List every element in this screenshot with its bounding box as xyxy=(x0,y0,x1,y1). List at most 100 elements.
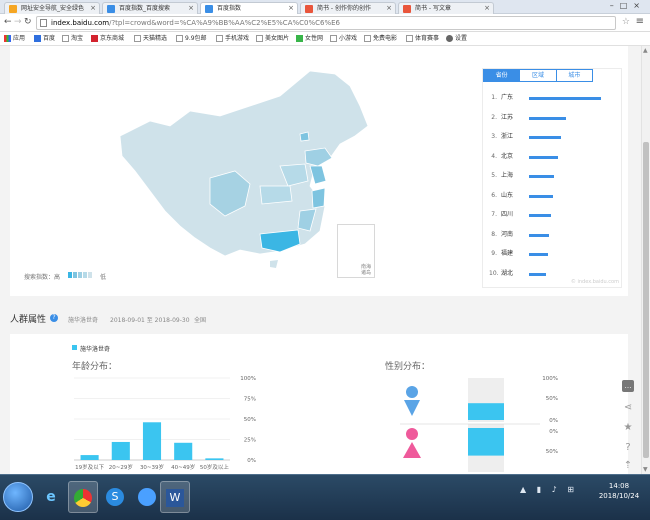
browser-tab[interactable]: 简书 - 写文章 × xyxy=(398,2,494,14)
y-tick-label: 50% xyxy=(244,417,256,423)
y-tick-label: 75% xyxy=(244,397,256,403)
clock-time: 14:08 xyxy=(608,482,630,490)
page-icon xyxy=(406,35,413,42)
tab-area[interactable]: 区域 xyxy=(520,70,557,81)
system-tray-icons[interactable]: ▲ ▮ ♪ ⊞ xyxy=(520,485,578,494)
south-sea-islands-label: 南海诸岛 xyxy=(361,264,372,276)
gender-distribution-chart: 100% 50% 0% 0% 50% xyxy=(400,376,558,472)
rank-number: 4. xyxy=(491,152,497,160)
male-bar[interactable] xyxy=(468,403,504,420)
age-bar[interactable] xyxy=(205,458,224,460)
y-tick-label: 100% xyxy=(240,376,256,382)
tab-close-icon[interactable]: × xyxy=(288,3,294,14)
ranking-row: 7. 四川 xyxy=(489,210,619,220)
browser-tab-active[interactable]: 百度指数 × xyxy=(200,2,298,14)
crowd-date-range: 2018-09-01 至 2018-09-30 xyxy=(110,317,190,324)
bookmark-item[interactable]: 女性网 xyxy=(296,34,323,44)
menu-icon[interactable]: ≡ xyxy=(636,16,644,27)
scrollbar-thumb[interactable] xyxy=(643,142,649,458)
url-input[interactable]: index.baidu.com/?tpl=crowd&word=%CA%A9%B… xyxy=(36,16,616,30)
rank-number: 3. xyxy=(491,133,497,140)
crowd-keyword: 施华洛世奇 xyxy=(68,317,99,324)
rank-province-name: 山东 xyxy=(501,191,514,199)
map-region-jiangsu xyxy=(309,165,327,185)
share-icon[interactable]: ⋖ xyxy=(620,400,636,416)
scroll-down-arrow-icon[interactable]: ▼ xyxy=(643,466,648,473)
page-icon xyxy=(134,35,141,42)
ie-icon[interactable]: e xyxy=(36,481,66,513)
tab-close-icon[interactable]: × xyxy=(484,3,490,14)
age-legend: 施华洛世奇 xyxy=(72,344,110,353)
age-bar[interactable] xyxy=(174,442,193,460)
browser-tab[interactable]: 百度指数_百度搜索 × xyxy=(102,2,198,14)
scroll-up-arrow-icon[interactable]: ▲ xyxy=(643,47,648,54)
taskbar-clock[interactable]: 14:08 2018/10/24 xyxy=(596,481,642,501)
bookmark-item[interactable]: 淘宝 xyxy=(62,34,83,44)
favorite-star-icon[interactable]: ★ xyxy=(620,420,636,436)
word-icon[interactable]: W xyxy=(160,481,190,513)
browser-tab[interactable]: 网址安全导航_安全绿色 × xyxy=(4,2,100,14)
rank-number: 1. xyxy=(491,94,497,101)
female-icon xyxy=(406,428,418,440)
forward-arrow-icon[interactable]: → xyxy=(14,17,22,27)
tab-province[interactable]: 省份 xyxy=(484,70,521,81)
bookmark-item[interactable]: 百度 xyxy=(34,34,55,44)
age-chart-title: 年龄分布： xyxy=(72,362,118,372)
bookmark-settings[interactable]: 设置 xyxy=(446,34,467,44)
male-icon-body xyxy=(404,400,420,416)
male-icon xyxy=(406,386,418,398)
female-icon-body xyxy=(403,442,421,458)
bookmark-item[interactable]: 免费电影 xyxy=(364,34,397,44)
baidu-icon xyxy=(34,35,41,42)
bookmark-item[interactable]: 美女图片 xyxy=(256,34,289,44)
reload-icon[interactable]: ↻ xyxy=(24,17,32,27)
tab-favicon-icon xyxy=(205,5,213,13)
page-icon xyxy=(256,35,263,42)
page-icon xyxy=(176,35,183,42)
back-to-top-icon[interactable]: ⇡ xyxy=(620,458,636,474)
back-arrow-icon[interactable]: ← xyxy=(4,17,12,27)
window-controls[interactable]: –□× xyxy=(610,1,646,10)
ranking-row: 1. 广东 xyxy=(489,93,619,103)
bookmarks-bar: 应用 百度 淘宝 京东商城 天猫精选 9.9包邮 手机游戏 美女图片 女性网 小… xyxy=(0,32,650,46)
tab-close-icon[interactable]: × xyxy=(386,3,392,14)
rank-bar xyxy=(529,233,550,237)
age-bar[interactable] xyxy=(111,441,130,460)
age-bar[interactable] xyxy=(142,422,162,460)
gender-chart-title: 性别分布： xyxy=(385,362,431,372)
clock-date: 2018/10/24 xyxy=(598,492,640,500)
age-distribution-chart: 100% 75% 50% 25% 0% 19岁及以下 20~29岁 30~39岁 40~49岁 5… xyxy=(74,376,256,471)
female-bar[interactable] xyxy=(468,428,504,456)
rank-number: 6. xyxy=(491,191,497,199)
bookmark-item[interactable]: 天猫精选 xyxy=(134,34,167,44)
rank-province-name: 浙江 xyxy=(501,133,514,140)
tab-close-icon[interactable]: × xyxy=(188,3,194,14)
y-tick-label: 0% xyxy=(549,418,558,424)
x-tick-label: 19岁及以下 xyxy=(75,463,104,471)
age-bar[interactable] xyxy=(80,455,99,460)
rank-bar xyxy=(529,194,553,198)
tab-city[interactable]: 城市 xyxy=(556,70,592,81)
bookmark-item[interactable]: 9.9包邮 xyxy=(176,34,207,44)
help-circle-icon[interactable]: ? xyxy=(620,440,636,456)
bookmark-item[interactable]: 京东商城 xyxy=(91,34,124,44)
bookmark-star-icon[interactable]: ☆ xyxy=(622,17,630,27)
browser-tab[interactable]: 简书 - 创作你的创作 × xyxy=(300,2,396,14)
sogou-icon[interactable]: S xyxy=(100,481,130,513)
female-site-icon xyxy=(296,35,303,42)
comment-icon[interactable]: … xyxy=(622,380,634,392)
help-icon[interactable]: ? xyxy=(50,314,58,322)
bookmark-item[interactable]: 小游戏 xyxy=(330,34,357,44)
start-button[interactable] xyxy=(3,482,33,512)
chrome-icon[interactable] xyxy=(68,481,98,513)
sogou-browser-icon[interactable] xyxy=(132,481,162,513)
tab-close-icon[interactable]: × xyxy=(90,3,96,14)
map-region-beijing xyxy=(299,131,310,142)
page-scrollbar[interactable]: ▲ ▼ xyxy=(641,46,650,474)
bookmark-item[interactable]: 体育赛事 xyxy=(406,34,439,44)
rank-bar xyxy=(529,175,555,178)
bookmark-apps[interactable]: 应用 xyxy=(4,34,25,44)
bookmark-item[interactable]: 手机游戏 xyxy=(216,34,249,44)
rank-bar xyxy=(529,272,546,276)
map-region-hubei xyxy=(259,185,293,205)
